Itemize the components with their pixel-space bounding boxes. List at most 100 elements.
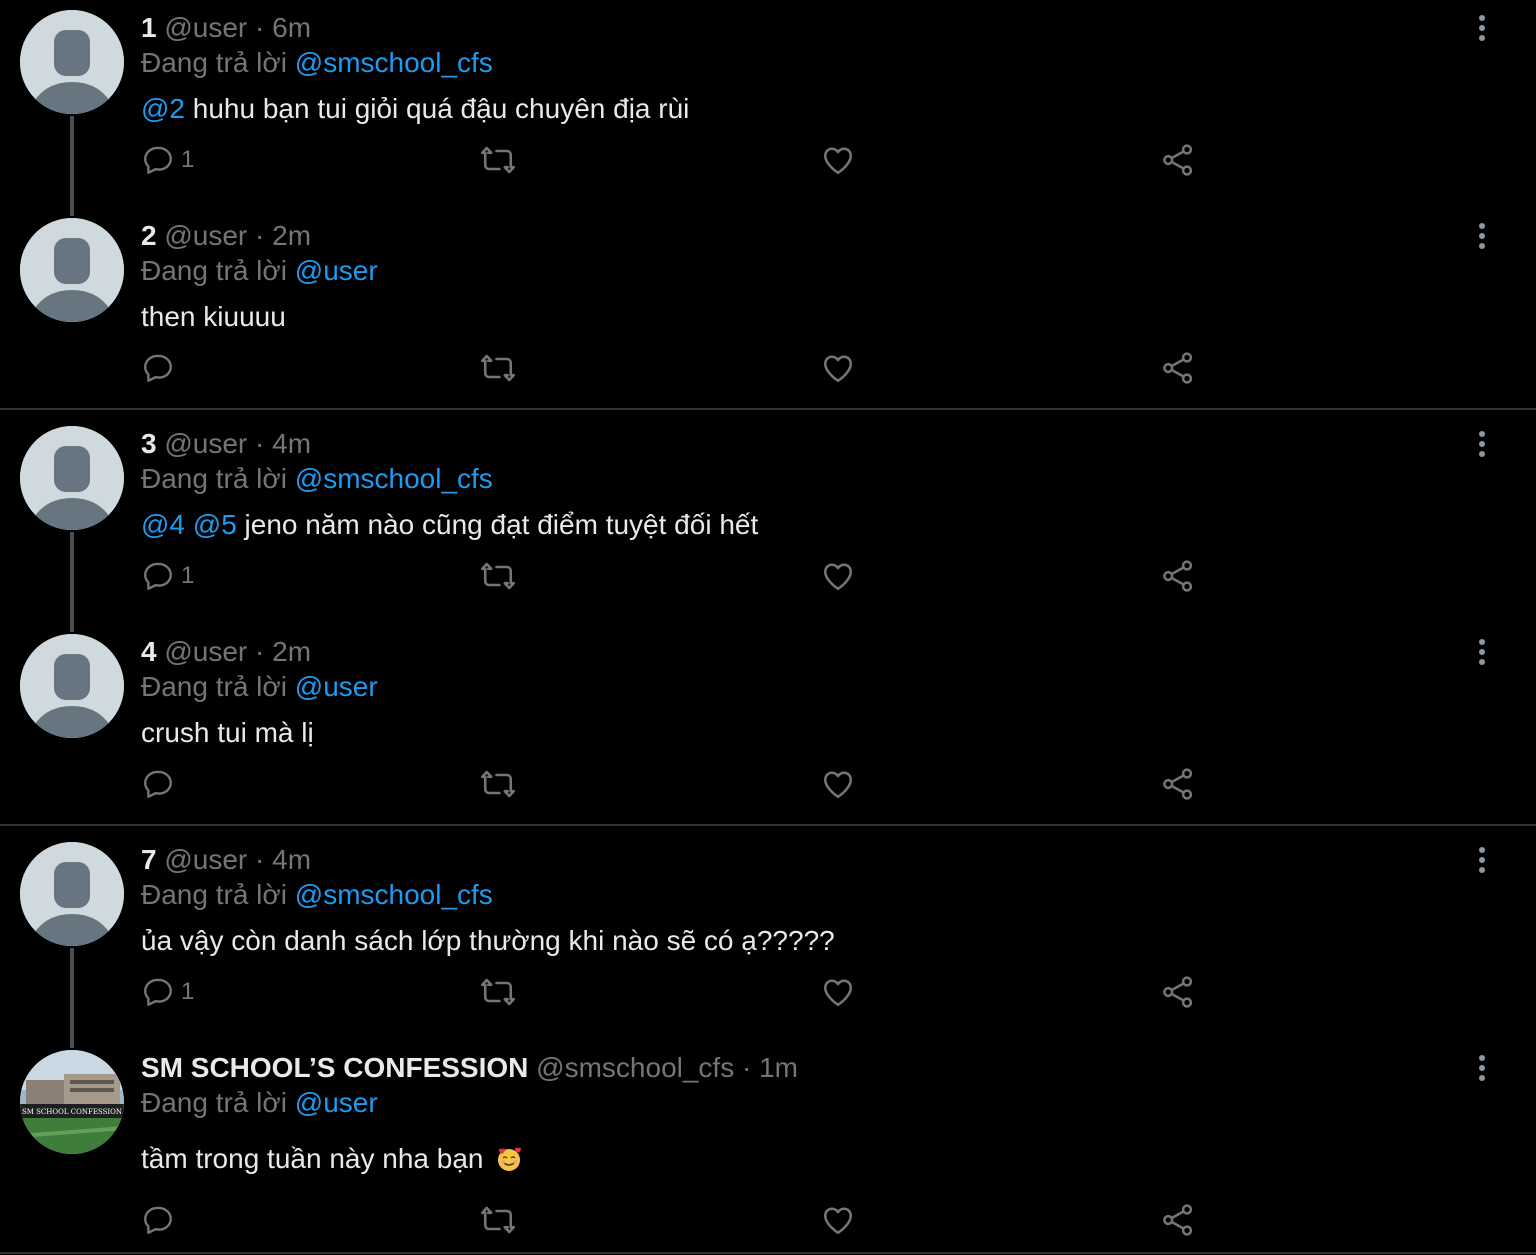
more-options-icon[interactable] [1466, 1052, 1498, 1084]
thread-line [70, 116, 74, 216]
replying-to: Đang trả lời @user [141, 253, 378, 289]
reply-button[interactable]: 1 [141, 972, 194, 1012]
tweet[interactable]: 4 @user · 2m Đang trả lời @user crush tu… [0, 624, 1536, 832]
reply-button[interactable]: 1 [141, 140, 194, 180]
retweet-button[interactable] [480, 972, 516, 1012]
reply-icon [144, 770, 172, 798]
timestamp[interactable]: 2m [272, 636, 311, 667]
more-options-icon[interactable] [1466, 220, 1498, 252]
display-name[interactable]: 1 [141, 12, 157, 43]
retweet-button[interactable] [480, 348, 516, 388]
reply-button[interactable] [141, 348, 175, 388]
like-button[interactable] [820, 764, 856, 804]
timestamp[interactable]: 2m [272, 220, 311, 251]
like-button[interactable] [820, 972, 856, 1012]
like-button[interactable] [820, 348, 856, 388]
retweet-button[interactable] [480, 140, 516, 180]
thread-line [70, 948, 74, 1048]
default-avatar-icon [20, 10, 124, 114]
tweet[interactable]: 1 @user · 6m Đang trả lời @smschool_cfs … [0, 0, 1536, 216]
replying-to-handle[interactable]: @user [295, 255, 378, 286]
more-options-icon[interactable] [1466, 636, 1498, 668]
tweet-text: then kiuuuu [141, 298, 286, 336]
replying-to-handle[interactable]: @smschool_cfs [295, 463, 493, 494]
tweet[interactable]: 3 @user · 4m Đang trả lời @smschool_cfs … [0, 416, 1536, 632]
timestamp[interactable]: 6m [272, 12, 311, 43]
tweet[interactable]: SM SCHOOL CONFESSION SM SCHOOL’S CONFESS… [0, 1040, 1536, 1248]
like-button[interactable] [820, 140, 856, 180]
reply-button[interactable] [141, 764, 175, 804]
tweet-body: huhu bạn tui giỏi quá đậu chuyên địa rùi [185, 93, 690, 124]
mention-link[interactable]: @2 [141, 93, 185, 124]
reply-button[interactable] [141, 1200, 175, 1240]
separator: · [247, 428, 273, 459]
avatar[interactable] [20, 10, 124, 114]
handle[interactable]: @user [164, 12, 247, 43]
avatar[interactable]: SM SCHOOL CONFESSION [20, 1050, 124, 1154]
separator: · [247, 220, 273, 251]
replying-to-handle[interactable]: @smschool_cfs [295, 47, 493, 78]
retweet-icon [480, 978, 516, 1006]
handle[interactable]: @user [164, 636, 247, 667]
avatar[interactable] [20, 426, 124, 530]
replying-to: Đang trả lời @smschool_cfs [141, 877, 493, 913]
display-name[interactable]: 7 [141, 844, 157, 875]
display-name[interactable]: 3 [141, 428, 157, 459]
tweet-body: ủa vậy còn danh sách lớp thường khi nào … [141, 925, 835, 956]
replying-to-handle[interactable]: @user [295, 1087, 378, 1118]
reply-button[interactable]: 1 [141, 556, 194, 596]
handle[interactable]: @user [164, 428, 247, 459]
replying-to: Đang trả lời @smschool_cfs [141, 45, 493, 81]
share-icon [1163, 976, 1193, 1008]
display-name[interactable]: SM SCHOOL’S CONFESSION [141, 1052, 528, 1083]
tweet[interactable]: 7 @user · 4m Đang trả lời @smschool_cfs … [0, 832, 1536, 1048]
display-name[interactable]: 2 [141, 220, 157, 251]
retweet-icon [480, 1206, 516, 1234]
tweet-header: 3 @user · 4m [141, 426, 311, 462]
share-button[interactable] [1160, 1200, 1196, 1240]
share-button[interactable] [1160, 140, 1196, 180]
default-avatar-icon [20, 634, 124, 738]
tweet-header: 7 @user · 4m [141, 842, 311, 878]
timestamp[interactable]: 4m [272, 844, 311, 875]
separator: · [247, 12, 273, 43]
retweet-button[interactable] [480, 1200, 516, 1240]
more-options-icon[interactable] [1466, 428, 1498, 460]
retweet-button[interactable] [480, 556, 516, 596]
share-icon [1163, 560, 1193, 592]
more-options-icon[interactable] [1466, 844, 1498, 876]
tweet[interactable]: 2 @user · 2m Đang trả lời @user then kiu… [0, 208, 1536, 416]
timestamp[interactable]: 1m [759, 1052, 798, 1083]
avatar[interactable] [20, 842, 124, 946]
tweet-header: 1 @user · 6m [141, 10, 311, 46]
replying-label: Đang trả lời [141, 47, 287, 78]
share-button[interactable] [1160, 348, 1196, 388]
replying-to-handle[interactable]: @user [295, 671, 378, 702]
handle[interactable]: @user [164, 844, 247, 875]
default-avatar-icon [20, 842, 124, 946]
share-button[interactable] [1160, 972, 1196, 1012]
display-name[interactable]: 4 [141, 636, 157, 667]
share-button[interactable] [1160, 764, 1196, 804]
avatar[interactable] [20, 634, 124, 738]
heart-icon [823, 979, 853, 1007]
more-options-icon[interactable] [1466, 12, 1498, 44]
replying-label: Đang trả lời [141, 463, 287, 494]
avatar[interactable] [20, 218, 124, 322]
handle[interactable]: @smschool_cfs [536, 1052, 734, 1083]
replying-to: Đang trả lời @user [141, 669, 378, 705]
replying-label: Đang trả lời [141, 879, 287, 910]
like-button[interactable] [820, 1200, 856, 1240]
replying-label: Đang trả lời [141, 255, 287, 286]
retweet-button[interactable] [480, 764, 516, 804]
timestamp[interactable]: 4m [272, 428, 311, 459]
tweet-text: @4 @5 jeno năm nào cũng đạt điểm tuyệt đ… [141, 506, 758, 544]
share-button[interactable] [1160, 556, 1196, 596]
mention-link[interactable]: @4 @5 [141, 509, 237, 540]
handle[interactable]: @user [164, 220, 247, 251]
reply-icon [144, 562, 172, 590]
replying-to-handle[interactable]: @smschool_cfs [295, 879, 493, 910]
heart-icon [823, 147, 853, 175]
like-button[interactable] [820, 556, 856, 596]
thread-divider [0, 408, 1536, 410]
